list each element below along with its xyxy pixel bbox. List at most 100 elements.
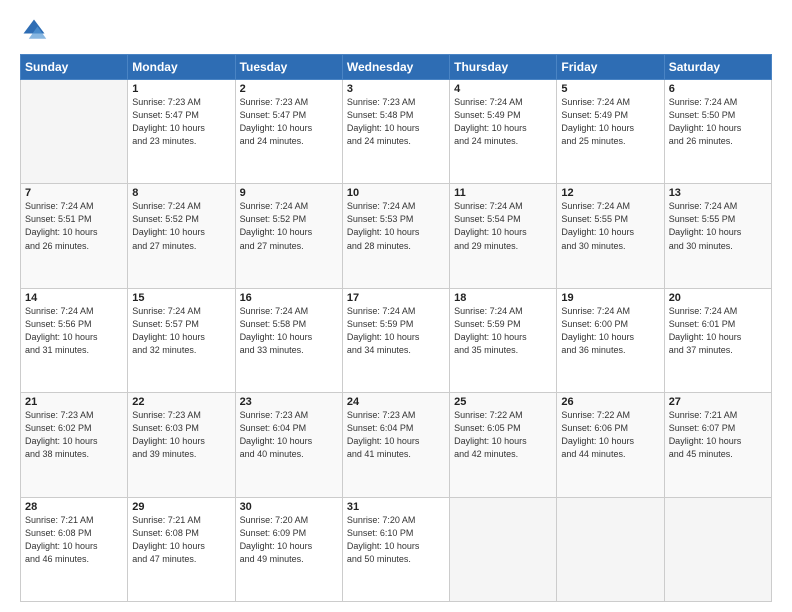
- day-cell: 17Sunrise: 7:24 AM Sunset: 5:59 PM Dayli…: [342, 288, 449, 392]
- day-number: 27: [669, 396, 767, 408]
- day-number: 9: [240, 187, 338, 199]
- day-number: 8: [132, 187, 230, 199]
- day-info: Sunrise: 7:24 AM Sunset: 5:50 PM Dayligh…: [669, 96, 767, 148]
- day-cell: 8Sunrise: 7:24 AM Sunset: 5:52 PM Daylig…: [128, 184, 235, 288]
- day-number: 13: [669, 187, 767, 199]
- day-info: Sunrise: 7:24 AM Sunset: 5:54 PM Dayligh…: [454, 200, 552, 252]
- day-cell: 16Sunrise: 7:24 AM Sunset: 5:58 PM Dayli…: [235, 288, 342, 392]
- header: [20, 16, 772, 44]
- day-info: Sunrise: 7:23 AM Sunset: 5:47 PM Dayligh…: [240, 96, 338, 148]
- day-number: 31: [347, 501, 445, 513]
- page: SundayMondayTuesdayWednesdayThursdayFrid…: [0, 0, 792, 612]
- day-cell: 29Sunrise: 7:21 AM Sunset: 6:08 PM Dayli…: [128, 497, 235, 601]
- day-number: 20: [669, 292, 767, 304]
- week-row: 21Sunrise: 7:23 AM Sunset: 6:02 PM Dayli…: [21, 393, 772, 497]
- header-cell: Thursday: [450, 55, 557, 80]
- day-cell: 25Sunrise: 7:22 AM Sunset: 6:05 PM Dayli…: [450, 393, 557, 497]
- day-number: 12: [561, 187, 659, 199]
- day-info: Sunrise: 7:24 AM Sunset: 5:52 PM Dayligh…: [240, 200, 338, 252]
- day-cell: 19Sunrise: 7:24 AM Sunset: 6:00 PM Dayli…: [557, 288, 664, 392]
- day-cell: 12Sunrise: 7:24 AM Sunset: 5:55 PM Dayli…: [557, 184, 664, 288]
- calendar-table: SundayMondayTuesdayWednesdayThursdayFrid…: [20, 54, 772, 602]
- day-info: Sunrise: 7:20 AM Sunset: 6:10 PM Dayligh…: [347, 514, 445, 566]
- day-cell: 15Sunrise: 7:24 AM Sunset: 5:57 PM Dayli…: [128, 288, 235, 392]
- header-cell: Saturday: [664, 55, 771, 80]
- day-number: 23: [240, 396, 338, 408]
- day-number: 18: [454, 292, 552, 304]
- day-cell: 18Sunrise: 7:24 AM Sunset: 5:59 PM Dayli…: [450, 288, 557, 392]
- day-number: 14: [25, 292, 123, 304]
- day-info: Sunrise: 7:24 AM Sunset: 5:49 PM Dayligh…: [561, 96, 659, 148]
- day-info: Sunrise: 7:23 AM Sunset: 6:04 PM Dayligh…: [347, 409, 445, 461]
- day-number: 5: [561, 83, 659, 95]
- day-cell: 1Sunrise: 7:23 AM Sunset: 5:47 PM Daylig…: [128, 80, 235, 184]
- header-cell: Sunday: [21, 55, 128, 80]
- day-cell: 31Sunrise: 7:20 AM Sunset: 6:10 PM Dayli…: [342, 497, 449, 601]
- day-number: 6: [669, 83, 767, 95]
- day-cell: 6Sunrise: 7:24 AM Sunset: 5:50 PM Daylig…: [664, 80, 771, 184]
- day-cell: [21, 80, 128, 184]
- day-number: 2: [240, 83, 338, 95]
- day-cell: 14Sunrise: 7:24 AM Sunset: 5:56 PM Dayli…: [21, 288, 128, 392]
- header-cell: Monday: [128, 55, 235, 80]
- day-info: Sunrise: 7:24 AM Sunset: 5:56 PM Dayligh…: [25, 305, 123, 357]
- day-info: Sunrise: 7:24 AM Sunset: 5:59 PM Dayligh…: [454, 305, 552, 357]
- day-number: 7: [25, 187, 123, 199]
- day-info: Sunrise: 7:23 AM Sunset: 6:03 PM Dayligh…: [132, 409, 230, 461]
- day-number: 21: [25, 396, 123, 408]
- day-cell: 27Sunrise: 7:21 AM Sunset: 6:07 PM Dayli…: [664, 393, 771, 497]
- day-cell: 22Sunrise: 7:23 AM Sunset: 6:03 PM Dayli…: [128, 393, 235, 497]
- day-cell: 4Sunrise: 7:24 AM Sunset: 5:49 PM Daylig…: [450, 80, 557, 184]
- day-number: 16: [240, 292, 338, 304]
- day-cell: 20Sunrise: 7:24 AM Sunset: 6:01 PM Dayli…: [664, 288, 771, 392]
- week-row: 1Sunrise: 7:23 AM Sunset: 5:47 PM Daylig…: [21, 80, 772, 184]
- day-info: Sunrise: 7:24 AM Sunset: 5:49 PM Dayligh…: [454, 96, 552, 148]
- day-info: Sunrise: 7:24 AM Sunset: 5:57 PM Dayligh…: [132, 305, 230, 357]
- day-number: 25: [454, 396, 552, 408]
- day-info: Sunrise: 7:24 AM Sunset: 5:55 PM Dayligh…: [561, 200, 659, 252]
- logo: [20, 16, 52, 44]
- day-info: Sunrise: 7:24 AM Sunset: 5:51 PM Dayligh…: [25, 200, 123, 252]
- day-number: 19: [561, 292, 659, 304]
- day-cell: [557, 497, 664, 601]
- day-number: 26: [561, 396, 659, 408]
- day-number: 15: [132, 292, 230, 304]
- day-info: Sunrise: 7:24 AM Sunset: 6:01 PM Dayligh…: [669, 305, 767, 357]
- day-number: 24: [347, 396, 445, 408]
- day-info: Sunrise: 7:24 AM Sunset: 5:52 PM Dayligh…: [132, 200, 230, 252]
- day-info: Sunrise: 7:24 AM Sunset: 5:55 PM Dayligh…: [669, 200, 767, 252]
- day-number: 29: [132, 501, 230, 513]
- day-info: Sunrise: 7:24 AM Sunset: 6:00 PM Dayligh…: [561, 305, 659, 357]
- day-number: 1: [132, 83, 230, 95]
- day-cell: 3Sunrise: 7:23 AM Sunset: 5:48 PM Daylig…: [342, 80, 449, 184]
- header-row: SundayMondayTuesdayWednesdayThursdayFrid…: [21, 55, 772, 80]
- day-number: 4: [454, 83, 552, 95]
- day-number: 28: [25, 501, 123, 513]
- day-info: Sunrise: 7:22 AM Sunset: 6:05 PM Dayligh…: [454, 409, 552, 461]
- day-cell: 9Sunrise: 7:24 AM Sunset: 5:52 PM Daylig…: [235, 184, 342, 288]
- day-cell: 21Sunrise: 7:23 AM Sunset: 6:02 PM Dayli…: [21, 393, 128, 497]
- day-cell: [664, 497, 771, 601]
- day-cell: 10Sunrise: 7:24 AM Sunset: 5:53 PM Dayli…: [342, 184, 449, 288]
- day-info: Sunrise: 7:23 AM Sunset: 6:04 PM Dayligh…: [240, 409, 338, 461]
- day-cell: 7Sunrise: 7:24 AM Sunset: 5:51 PM Daylig…: [21, 184, 128, 288]
- day-number: 11: [454, 187, 552, 199]
- day-cell: 30Sunrise: 7:20 AM Sunset: 6:09 PM Dayli…: [235, 497, 342, 601]
- day-cell: 13Sunrise: 7:24 AM Sunset: 5:55 PM Dayli…: [664, 184, 771, 288]
- day-info: Sunrise: 7:23 AM Sunset: 5:48 PM Dayligh…: [347, 96, 445, 148]
- day-number: 10: [347, 187, 445, 199]
- day-info: Sunrise: 7:23 AM Sunset: 6:02 PM Dayligh…: [25, 409, 123, 461]
- day-info: Sunrise: 7:21 AM Sunset: 6:08 PM Dayligh…: [25, 514, 123, 566]
- day-info: Sunrise: 7:24 AM Sunset: 5:58 PM Dayligh…: [240, 305, 338, 357]
- day-info: Sunrise: 7:24 AM Sunset: 5:59 PM Dayligh…: [347, 305, 445, 357]
- header-cell: Wednesday: [342, 55, 449, 80]
- header-cell: Friday: [557, 55, 664, 80]
- day-info: Sunrise: 7:21 AM Sunset: 6:08 PM Dayligh…: [132, 514, 230, 566]
- day-number: 30: [240, 501, 338, 513]
- day-cell: 23Sunrise: 7:23 AM Sunset: 6:04 PM Dayli…: [235, 393, 342, 497]
- day-number: 3: [347, 83, 445, 95]
- day-info: Sunrise: 7:23 AM Sunset: 5:47 PM Dayligh…: [132, 96, 230, 148]
- day-cell: 28Sunrise: 7:21 AM Sunset: 6:08 PM Dayli…: [21, 497, 128, 601]
- day-cell: 2Sunrise: 7:23 AM Sunset: 5:47 PM Daylig…: [235, 80, 342, 184]
- week-row: 7Sunrise: 7:24 AM Sunset: 5:51 PM Daylig…: [21, 184, 772, 288]
